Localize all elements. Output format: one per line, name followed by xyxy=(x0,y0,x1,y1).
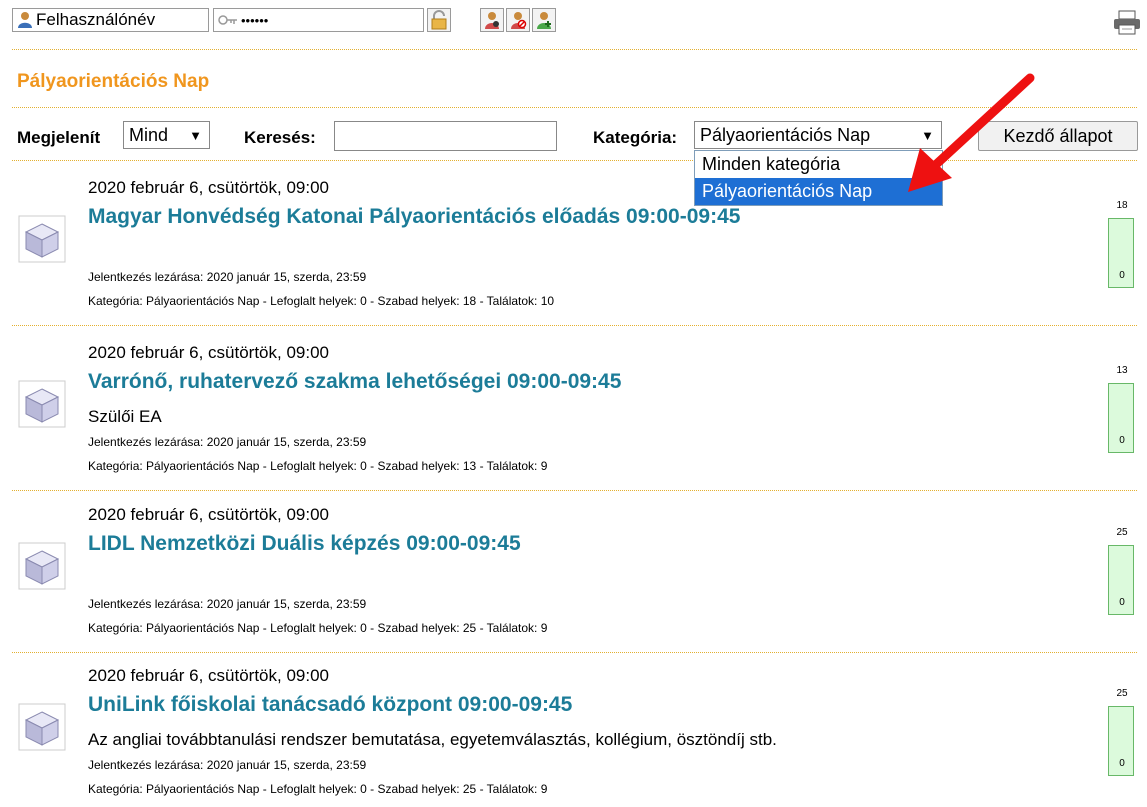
event-info: Kategória: Pályaorientációs Nap - Lefogl… xyxy=(88,459,548,473)
category-select-value: Pályaorientációs Nap xyxy=(700,124,871,145)
display-select[interactable]: Mind ▼ xyxy=(123,121,210,149)
username-placeholder: Felhasználónév xyxy=(36,10,156,29)
event-meter-min: 0 xyxy=(1119,758,1125,769)
event-meter-min: 0 xyxy=(1119,597,1125,608)
divider xyxy=(12,652,1137,653)
event-description: Az angliai továbbtanulási rendszer bemut… xyxy=(88,730,777,749)
event-description: Szülői EA xyxy=(88,407,162,426)
event-title[interactable]: LIDL Nemzetközi Duális képzés 09:00-09:4… xyxy=(88,532,521,556)
event-meter-max: 18 xyxy=(1116,200,1128,211)
event-date: 2020 február 6, csütörtök, 09:00 xyxy=(88,505,329,524)
event-title[interactable]: Varrónő, ruhatervező szakma lehetőségei … xyxy=(88,370,621,394)
username-field[interactable]: Felhasználónév xyxy=(12,8,209,32)
user-edit-icon xyxy=(485,12,499,29)
user-remove-button[interactable] xyxy=(506,8,530,32)
user-icon xyxy=(18,12,32,28)
event-meter-max: 13 xyxy=(1116,365,1128,376)
user-profile-button[interactable] xyxy=(480,8,504,32)
event-deadline: Jelentkezés lezárása: 2020 január 15, sz… xyxy=(88,758,367,772)
event-cube-icon xyxy=(18,542,66,590)
login-bar: Felhasználónév •••••• xyxy=(12,8,1137,34)
password-value: •••••• xyxy=(241,12,269,28)
event-cube-icon xyxy=(18,380,66,428)
event-date: 2020 február 6, csütörtök, 09:00 xyxy=(88,343,329,362)
event-deadline: Jelentkezés lezárása: 2020 január 15, sz… xyxy=(88,270,367,284)
user-add-button[interactable] xyxy=(532,8,556,32)
page-title: Pályaorientációs Nap xyxy=(17,71,210,92)
user-cancel-icon xyxy=(511,12,527,29)
event-cube-icon xyxy=(18,703,66,751)
printer-icon[interactable] xyxy=(1113,10,1141,36)
user-add-icon xyxy=(537,12,551,29)
event-meter-max: 25 xyxy=(1116,527,1128,538)
divider xyxy=(12,49,1137,50)
category-label: Kategória: xyxy=(593,128,678,147)
password-field[interactable]: •••••• xyxy=(213,8,424,32)
display-select-value: Mind xyxy=(129,124,169,145)
event-deadline: Jelentkezés lezárása: 2020 január 15, sz… xyxy=(88,597,367,611)
event-cube-icon xyxy=(18,215,66,263)
event-title[interactable]: UniLink főiskolai tanácsadó központ 09:0… xyxy=(88,693,572,717)
event-date: 2020 február 6, csütörtök, 09:00 xyxy=(88,178,329,197)
search-input[interactable] xyxy=(334,121,557,151)
key-icon xyxy=(218,15,237,25)
event-info: Kategória: Pályaorientációs Nap - Lefogl… xyxy=(88,782,548,796)
annotation-arrow-icon xyxy=(908,73,1035,192)
login-button[interactable] xyxy=(427,8,451,32)
lock-icon xyxy=(431,10,447,30)
search-label: Keresés: xyxy=(244,128,316,147)
event-deadline: Jelentkezés lezárása: 2020 január 15, sz… xyxy=(88,435,367,449)
event-date: 2020 február 6, csütörtök, 09:00 xyxy=(88,666,329,685)
divider xyxy=(12,490,1137,491)
event-title[interactable]: Magyar Honvédség Katonai Pályaorientáció… xyxy=(88,205,740,229)
event-meter-max: 25 xyxy=(1116,688,1128,699)
event-info: Kategória: Pályaorientációs Nap - Lefogl… xyxy=(88,294,555,308)
divider xyxy=(12,325,1137,326)
chevron-down-icon: ▼ xyxy=(189,128,202,143)
event-meter-min: 0 xyxy=(1119,270,1125,281)
display-label: Megjelenít xyxy=(17,128,101,147)
event-meter-min: 0 xyxy=(1119,435,1125,446)
event-info: Kategória: Pályaorientációs Nap - Lefogl… xyxy=(88,621,548,635)
